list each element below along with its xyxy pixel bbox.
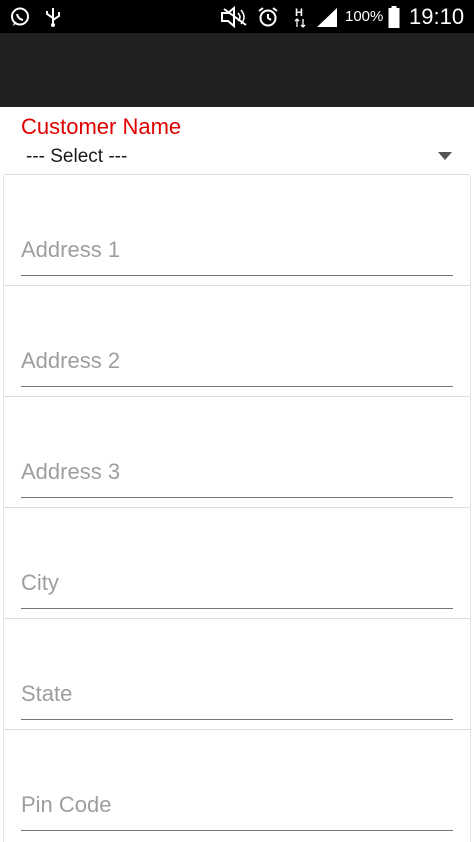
city-placeholder: City [21, 570, 59, 595]
address1-placeholder: Address 1 [21, 237, 121, 262]
customer-name-label: Customer Name [21, 114, 182, 139]
address3-placeholder: Address 3 [21, 459, 121, 484]
hspa-icon: H [292, 0, 308, 33]
mute-icon [219, 0, 251, 33]
battery-icon [386, 0, 402, 33]
customer-form: Customer Name --- Select --- Address 1 A… [0, 107, 474, 842]
dropdown-arrow-icon[interactable] [438, 152, 452, 160]
address2-field[interactable]: Address 2 [0, 286, 474, 397]
customer-name-spinner[interactable]: Customer Name --- Select --- [0, 107, 474, 175]
address1-field[interactable]: Address 1 [0, 175, 474, 286]
address1-underline [21, 275, 453, 276]
app-toolbar [0, 33, 474, 107]
status-bar: H 100% 19:10 [0, 0, 474, 33]
city-underline [21, 608, 453, 609]
city-field[interactable]: City [0, 508, 474, 619]
pin-code-field[interactable]: Pin Code [0, 730, 474, 841]
state-placeholder: State [21, 681, 73, 706]
signal-icon [314, 0, 340, 33]
battery-percent: 100% [345, 8, 384, 25]
customer-select-value[interactable]: --- Select --- [26, 146, 127, 168]
state-field[interactable]: State [0, 619, 474, 730]
pin-code-placeholder: Pin Code [21, 792, 112, 817]
state-underline [21, 719, 453, 720]
alarm-icon [256, 0, 280, 33]
whatsapp-icon [8, 0, 32, 33]
usb-icon [42, 0, 64, 33]
address3-underline [21, 497, 453, 498]
clock: 19:10 [409, 4, 465, 29]
address2-underline [21, 386, 453, 387]
pin-code-underline [21, 830, 453, 831]
address2-placeholder: Address 2 [21, 348, 121, 373]
svg-text:H: H [295, 7, 303, 19]
address3-field[interactable]: Address 3 [0, 397, 474, 508]
